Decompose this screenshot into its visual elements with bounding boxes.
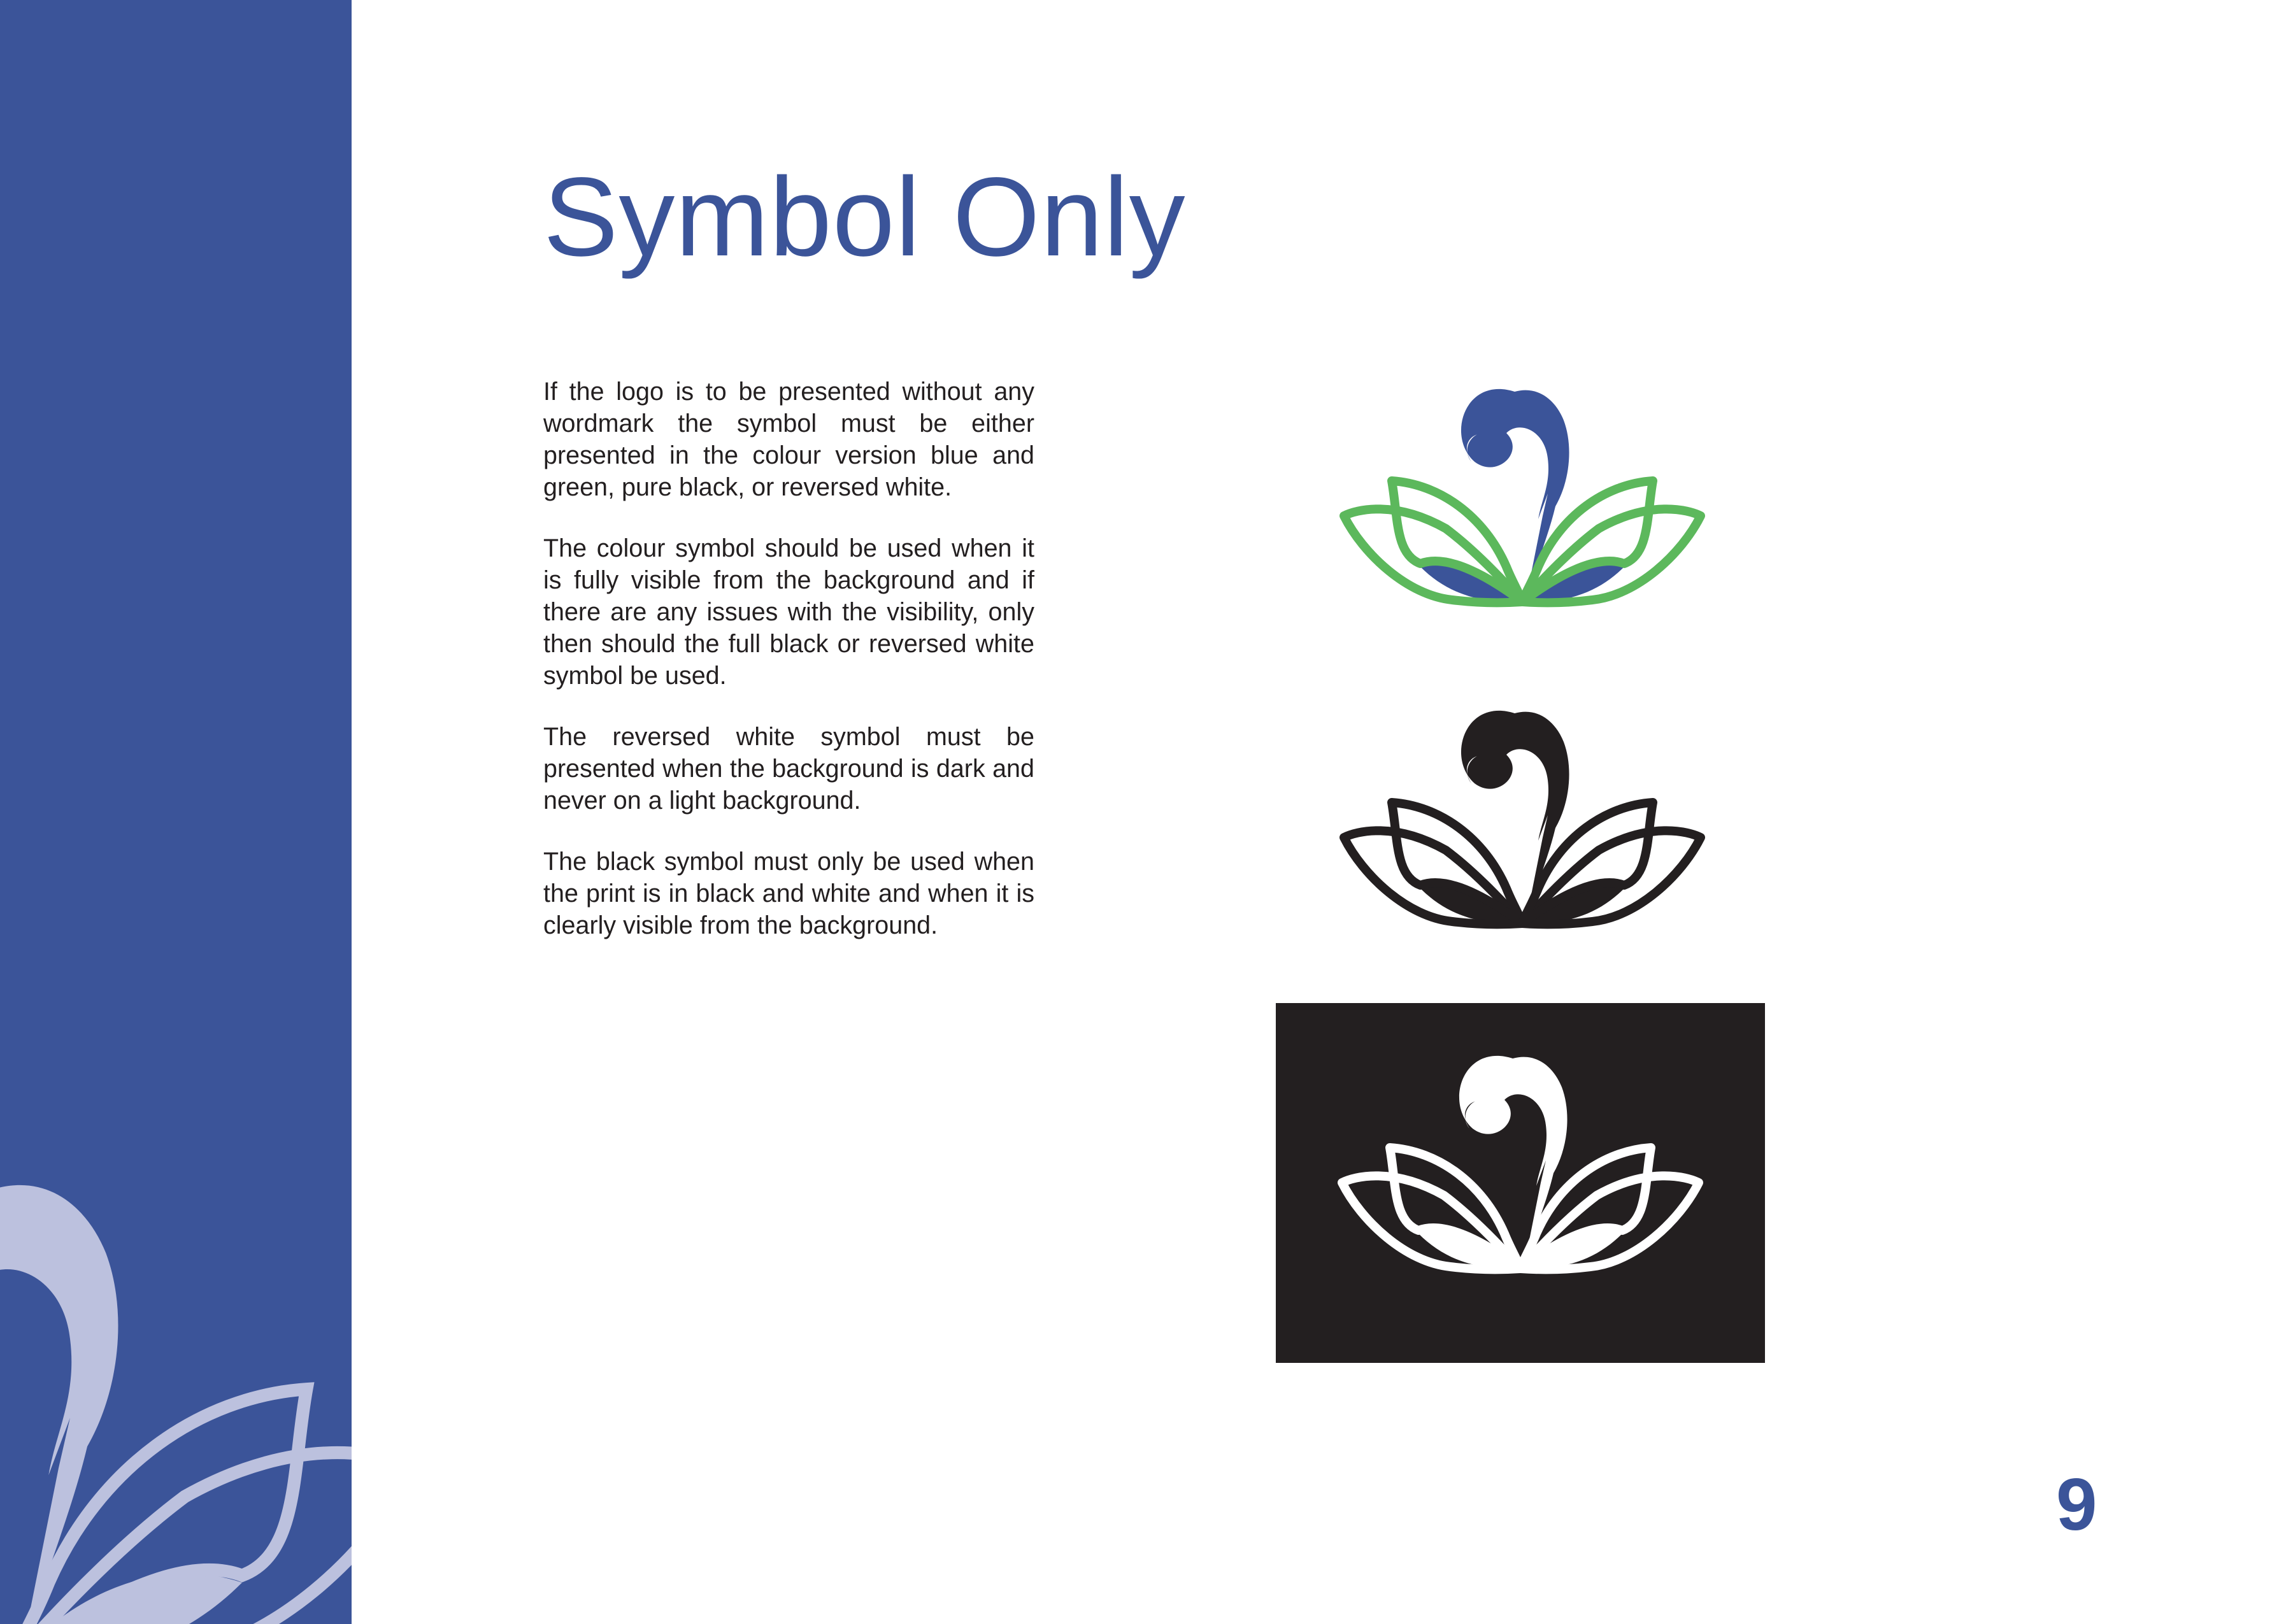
page-title: Symbol Only [543,155,1186,280]
paragraph-colour-usage: The colour symbol should be used when it… [543,534,1034,690]
sidebar-panel [0,0,352,1624]
page-number: 9 [2056,1463,2097,1546]
paragraph-black-usage: The black symbol must only be used when … [543,848,1034,939]
paragraph-reversed-usage: The reversed white symbol must be presen… [543,723,1034,815]
body-text: If the logo is to be presented without a… [543,376,1034,971]
lotus-watermark-icon [0,1185,352,1624]
lotus-symbol-colour-icon [1325,388,1720,650]
lotus-symbol-black-icon [1325,710,1720,971]
lotus-symbol-reversed-icon [1323,1055,1718,1316]
dark-background-panel [1276,1003,1765,1363]
paragraph-intro: If the logo is to be presented without a… [543,378,1034,501]
